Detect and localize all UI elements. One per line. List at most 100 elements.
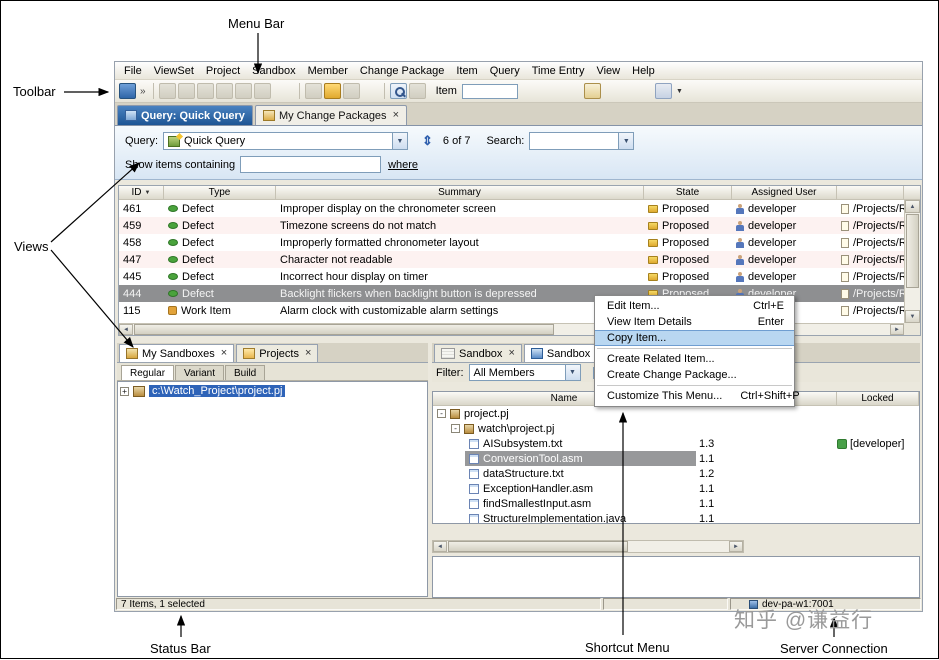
menu-item[interactable]: Sandbox <box>246 63 301 79</box>
scroll-up-icon[interactable]: ▲ <box>905 200 920 213</box>
item-project: /Projects/Re <box>853 220 904 232</box>
column-header-project[interactable] <box>837 186 904 199</box>
items-grid: ID ▼ Type Summary State Assigned User 46… <box>118 185 921 336</box>
column-header-assigned-user[interactable]: Assigned User <box>732 186 837 199</box>
item-summary: Backlight flickers when backlight button… <box>280 288 537 300</box>
member-row[interactable]: ExceptionHandler.asm 1.1 <box>433 481 919 496</box>
item-row[interactable]: 459 Defect Timezone screens do not match… <box>119 217 904 234</box>
toolbar-separator <box>299 83 300 99</box>
menu-item[interactable]: Item <box>450 63 483 79</box>
menu-item[interactable]: Copy Item... <box>595 330 794 346</box>
search-select[interactable]: ▼ <box>529 132 634 150</box>
viewset-icon[interactable] <box>119 83 136 99</box>
item-id: 115 <box>123 305 141 317</box>
query-select-dropdown-icon[interactable]: ▼ <box>392 133 407 149</box>
sandbox-subtab-bar: Regular Variant Build <box>117 363 428 381</box>
settings-dropdown-icon[interactable]: ▼ <box>676 88 683 95</box>
menu-item[interactable]: View <box>590 63 626 79</box>
menu-item[interactable]: Create Change Package... <box>595 367 794 383</box>
scroll-down-icon[interactable]: ▼ <box>905 310 920 323</box>
close-tab-icon[interactable]: × <box>305 348 311 359</box>
member-detail-box[interactable] <box>432 556 920 598</box>
toolbar-overflow-icon[interactable]: » <box>138 86 148 97</box>
member-row[interactable]: ConversionTool.asm 1.1 <box>433 451 919 466</box>
tab-my-change-packages[interactable]: My Change Packages × <box>255 105 407 125</box>
menu-item[interactable]: File <box>118 63 148 79</box>
scroll-left-icon[interactable]: ◄ <box>433 541 447 552</box>
item-row[interactable]: 461 Defect Improper display on the chron… <box>119 200 904 217</box>
member-filter-value: All Members <box>470 367 535 379</box>
scroll-thumb[interactable] <box>448 541 628 552</box>
sandbox-root-node[interactable]: + c:\Watch_Project\project.pj <box>120 385 425 397</box>
search-icon[interactable] <box>390 83 407 99</box>
item-type: Defect <box>182 271 214 283</box>
search-select-dropdown-icon[interactable]: ▼ <box>618 133 633 149</box>
menu-item[interactable]: Create Related Item... <box>595 351 794 367</box>
item-type-icon <box>168 205 178 212</box>
menu-item[interactable]: Query <box>484 63 526 79</box>
member-row[interactable]: - project.pj <box>433 406 919 421</box>
item-id: 461 <box>123 203 141 215</box>
scroll-left-icon[interactable]: ◄ <box>119 324 133 335</box>
menu-item[interactable]: View Item Details Enter <box>595 314 794 330</box>
settings-icon[interactable] <box>655 83 672 99</box>
tab-my-sandboxes[interactable]: My Sandboxes × <box>119 344 234 362</box>
member-row[interactable]: AISubsystem.txt 1.3 [developer] <box>433 436 919 451</box>
scroll-right-icon[interactable]: ► <box>890 324 904 335</box>
member-row[interactable]: StructureImplementation.java 1.1 <box>433 511 919 524</box>
sandbox-root-label: c:\Watch_Project\project.pj <box>149 385 285 397</box>
folder-icon[interactable] <box>324 83 341 99</box>
vertical-scrollbar[interactable]: ▲ ▼ <box>904 200 920 323</box>
tree-expander-icon[interactable]: - <box>437 409 446 418</box>
column-header-id[interactable]: ID ▼ <box>119 186 164 199</box>
column-header-locked[interactable]: Locked <box>837 392 919 405</box>
menu-item[interactable]: Project <box>200 63 246 79</box>
item-id-input[interactable] <box>462 84 518 99</box>
member-name: watch\project.pj <box>478 423 554 435</box>
menu-item[interactable]: Edit Item... Ctrl+E <box>595 298 794 314</box>
menu-item[interactable]: Customize This Menu... Ctrl+Shift+P <box>595 388 794 404</box>
column-header-state[interactable]: State <box>644 186 732 199</box>
sandbox-subtab[interactable]: Variant <box>175 365 224 380</box>
tab-sandbox[interactable]: Sandbox × <box>434 344 522 362</box>
tab-projects[interactable]: Projects × <box>236 344 318 362</box>
open-item-icon[interactable] <box>584 83 601 99</box>
menu-item[interactable]: ViewSet <box>148 63 200 79</box>
column-header-summary[interactable]: Summary <box>276 186 644 199</box>
close-tab-icon[interactable]: × <box>393 110 399 121</box>
tree-expander-icon[interactable]: - <box>451 424 460 433</box>
state-icon <box>648 256 658 264</box>
menu-item[interactable]: Member <box>302 63 354 79</box>
member-row[interactable]: dataStructure.txt 1.2 <box>433 466 919 481</box>
scroll-thumb[interactable] <box>906 214 919 288</box>
menu-item[interactable] <box>595 346 794 351</box>
close-tab-icon[interactable]: × <box>221 348 227 359</box>
member-row[interactable]: findSmallestInput.asm 1.1 <box>433 496 919 511</box>
filter-input[interactable] <box>240 156 381 173</box>
menu-item[interactable]: Help <box>626 63 661 79</box>
member-filter-dropdown-icon[interactable]: ▼ <box>565 365 580 380</box>
member-filter-select[interactable]: All Members ▼ <box>469 364 581 381</box>
menu-item[interactable]: Time Entry <box>526 63 591 79</box>
query-select[interactable]: Quick Query ▼ <box>163 132 408 150</box>
column-header-type[interactable]: Type <box>164 186 276 199</box>
where-link[interactable]: where <box>388 159 418 171</box>
menu-item[interactable]: Change Package <box>354 63 450 79</box>
resize-panel-icon[interactable]: ⇕ <box>422 133 433 149</box>
item-row[interactable]: 445 Defect Incorrect hour display on tim… <box>119 268 904 285</box>
menu-item[interactable] <box>595 383 794 388</box>
member-horizontal-scrollbar[interactable]: ◄ ► <box>432 540 744 553</box>
sandbox-subtab[interactable]: Build <box>225 365 265 380</box>
tab-query-quick-query[interactable]: Query: Quick Query <box>117 105 253 125</box>
scroll-right-icon[interactable]: ► <box>729 541 743 552</box>
grid-header-corner <box>904 186 920 200</box>
item-row[interactable]: 458 Defect Improperly formatted chronome… <box>119 234 904 251</box>
item-row[interactable]: 447 Defect Character not readable Propos… <box>119 251 904 268</box>
tree-expander-icon[interactable]: + <box>120 387 129 396</box>
member-row[interactable]: - watch\project.pj <box>433 421 919 436</box>
scroll-thumb[interactable] <box>134 324 554 335</box>
sandbox-subtab[interactable]: Regular <box>121 365 174 380</box>
member-revision: 1.1 <box>696 453 741 465</box>
member-icon <box>469 484 479 494</box>
close-tab-icon[interactable]: × <box>508 348 514 359</box>
